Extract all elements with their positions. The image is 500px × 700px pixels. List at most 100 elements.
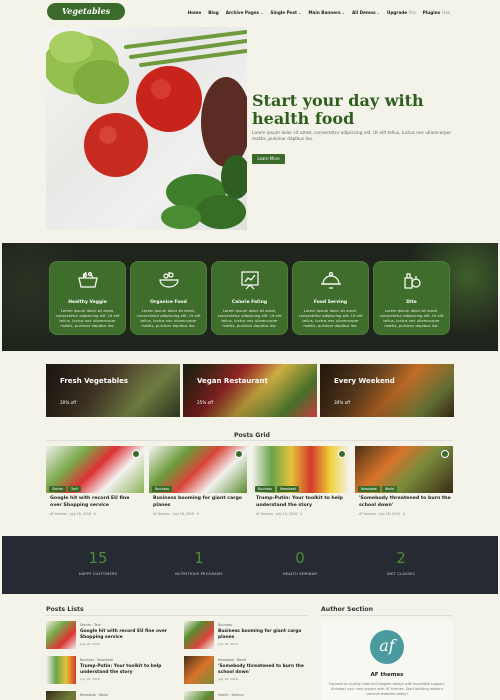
post-title[interactable]: Google hit with record EU fine over Shop…: [50, 496, 142, 509]
list-item[interactable]: Business Business booming for giant cargo…: [184, 621, 312, 651]
nav-item-upgrade[interactable]: Upgrade Pro: [387, 10, 416, 15]
feature-card[interactable]: Organice Food Lorem ipsum dolor sit amet,…: [130, 261, 207, 335]
post-title[interactable]: Business booming for giant cargo planes: [218, 629, 312, 641]
stat-counter: 1 NUTRITIOUS PROGRAMS: [149, 536, 249, 594]
post-card[interactable]: Stories Tech Google hit with record EU fin…: [46, 446, 144, 522]
post-category[interactable]: Health · Science: [218, 693, 244, 697]
feature-text: Lorem ipsum dolor sit amet, consectetur …: [298, 308, 363, 328]
features-section: Healthy Veggie Lorem ipsum dolor sit amet…: [2, 243, 498, 351]
post-title[interactable]: Business booming for giant cargo planes: [153, 496, 245, 509]
category-title: Every Weekend: [334, 377, 395, 385]
nav-label: Main Banners: [308, 9, 341, 15]
list-item[interactable]: Newsbeat · World 'Somebody threatened to …: [184, 656, 312, 686]
author-name[interactable]: AF themes: [321, 672, 453, 678]
feature-text: Lorem ipsum dolor sit amet, consectetur …: [379, 308, 444, 328]
stats-section: 15 HAPPY CUSTOMERS 1 NUTRITIOUS PROGRAMS 0 HE…: [2, 536, 498, 594]
post-category[interactable]: Business: [218, 623, 232, 627]
post-tag[interactable]: Newsbeat: [277, 486, 299, 492]
post-category[interactable]: Newsbeat · World: [218, 658, 246, 662]
post-tags: Business: [152, 486, 173, 492]
post-card[interactable]: Business Business booming for giant cargo…: [149, 446, 247, 522]
learn-more-button[interactable]: Learn More: [252, 154, 285, 164]
stat-label: NUTRITIOUS PROGRAMS: [175, 572, 223, 576]
nav-item-all-demos[interactable]: All Demos⌄: [352, 10, 380, 15]
post-date: July 18, 2018: [218, 677, 238, 681]
feature-card[interactable]: Healthy Veggie Lorem ipsum dolor sit amet…: [49, 261, 126, 335]
post-category[interactable]: Business · Newsbeat: [80, 658, 113, 662]
author-logo[interactable]: af: [370, 630, 404, 664]
stat-counter: 15 HAPPY CUSTOMERS: [48, 536, 148, 594]
post-tag[interactable]: Business: [152, 486, 173, 492]
post-thumbnail[interactable]: [184, 621, 214, 649]
nav-item-blog[interactable]: Blog: [208, 10, 219, 15]
category-tile[interactable]: Vegan Restaurant 25% off: [183, 364, 317, 417]
post-card[interactable]: Business Newsbeat Trump-Putin: Your toolki…: [252, 446, 350, 522]
hero-image: [46, 27, 247, 230]
groceries-icon: [400, 268, 424, 292]
feature-card[interactable]: Dite Lorem ipsum dolor sit amet, consecte…: [373, 261, 450, 335]
post-tag[interactable]: Tech: [68, 486, 82, 492]
cloche-icon: [319, 268, 343, 292]
list-item[interactable]: Business · Newsbeat Trump-Putin: Your too…: [46, 656, 174, 686]
post-tags: Stories Tech: [49, 486, 82, 492]
stat-label: HEALTH SEMINAR: [282, 572, 318, 576]
list-item[interactable]: Newsbeat · World: [46, 691, 174, 700]
posts-grid-title: Posts Grid: [234, 432, 270, 439]
chevron-down-icon: ⌄: [260, 9, 264, 15]
nav-item-single-post[interactable]: Single Post⌄: [270, 10, 301, 15]
category-title: Vegan Restaurant: [197, 377, 268, 385]
post-tag[interactable]: World: [381, 486, 397, 492]
image-format-icon: [235, 450, 243, 458]
feature-title: Organice Food: [150, 300, 187, 305]
author-description: Focused on quality code and elegant desi…: [329, 682, 445, 696]
post-title[interactable]: 'Somebody threatened to burn the school …: [359, 496, 451, 509]
post-tag[interactable]: Stories: [49, 486, 67, 492]
post-category[interactable]: Stories · Tech: [80, 623, 101, 627]
nav-item-plugins[interactable]: Plugins Use: [423, 10, 450, 15]
site-header: Vegetables Home Blog Archive Pages⌄ Single …: [0, 0, 500, 24]
list-item[interactable]: Stories · Tech Google hit with record EU …: [46, 621, 174, 651]
divider: [46, 440, 453, 441]
category-title: Fresh Vegetables: [60, 377, 129, 385]
category-tile[interactable]: Every Weekend 30% off: [320, 364, 454, 417]
site-logo[interactable]: Vegetables: [47, 3, 125, 20]
post-title[interactable]: Trump-Putin: Your toolkit to help unders…: [80, 664, 174, 676]
image-format-icon: [338, 450, 346, 458]
post-title[interactable]: Trump-Putin: Your toolkit to help unders…: [256, 496, 348, 509]
feature-card[interactable]: Food Serving Lorem ipsum dolor sit amet, …: [292, 261, 369, 335]
divider: [321, 615, 453, 616]
post-thumbnail[interactable]: [184, 656, 214, 684]
post-date: July 18, 2018: [218, 642, 238, 646]
category-offer: 20% off: [60, 400, 77, 405]
image-format-icon: [441, 450, 449, 458]
post-meta: AF themes · July 18, 2018 · 0: [256, 512, 303, 516]
nav-item-home[interactable]: Home: [188, 10, 202, 15]
post-card[interactable]: Newsbeat World 'Somebody threatened to bur…: [355, 446, 453, 522]
list-item[interactable]: Health · Science: [184, 691, 312, 700]
posts-list-title: Posts Lists: [46, 606, 84, 613]
nav-label: Blog: [208, 9, 219, 15]
post-thumbnail[interactable]: [46, 656, 76, 684]
post-thumbnail[interactable]: [46, 691, 76, 700]
post-tag[interactable]: Newsbeat: [358, 486, 380, 492]
category-tile[interactable]: Fresh Vegetables 20% off: [46, 364, 180, 417]
post-title[interactable]: Google hit with record EU fine over Shop…: [80, 629, 174, 641]
chevron-down-icon: ⌄: [341, 9, 345, 15]
stat-number: 1: [194, 549, 204, 567]
hero-title: Start your day with health food: [252, 91, 424, 128]
post-thumbnail[interactable]: [46, 621, 76, 649]
post-title[interactable]: 'Somebody threatened to burn the school …: [218, 664, 312, 676]
nav-item-archive-pages[interactable]: Archive Pages⌄: [226, 10, 264, 15]
bowl-icon: [157, 268, 181, 292]
post-category[interactable]: Newsbeat · World: [80, 693, 108, 697]
feature-card[interactable]: Calorie Fating Lorem ipsum dolor sit amet…: [211, 261, 288, 335]
post-thumbnail[interactable]: [184, 691, 214, 700]
stat-label: HAPPY CUSTOMERS: [78, 572, 118, 576]
post-tags: Business Newsbeat: [255, 486, 299, 492]
stat-number: 0: [295, 549, 305, 567]
post-tag[interactable]: Business: [255, 486, 276, 492]
post-meta: AF themes · July 18, 2018 · 0: [359, 512, 406, 516]
nav-item-main-banners[interactable]: Main Banners⌄: [308, 10, 345, 15]
feature-title: Healthy Veggie: [68, 300, 107, 305]
basket-icon: [76, 268, 100, 292]
